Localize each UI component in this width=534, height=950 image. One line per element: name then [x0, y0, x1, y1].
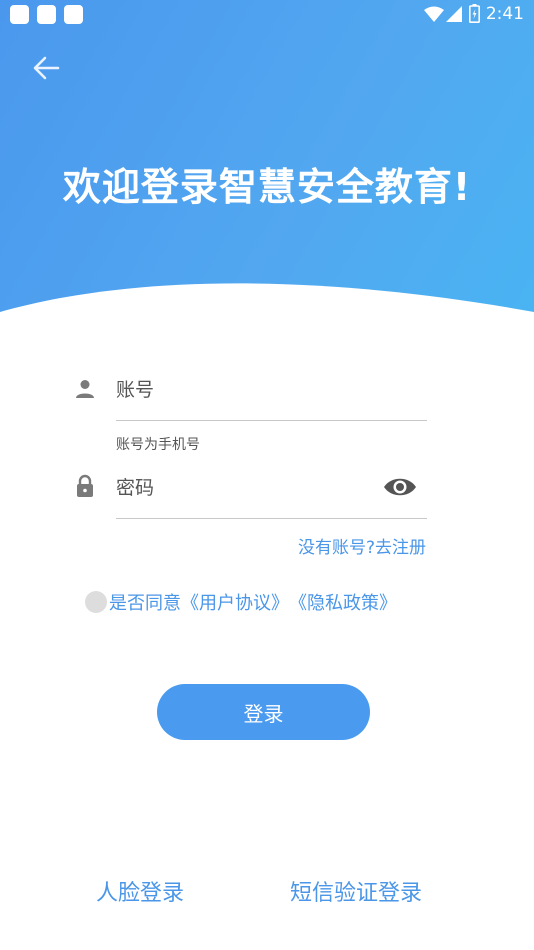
notification-icon [37, 5, 56, 24]
eye-icon[interactable] [383, 474, 417, 500]
account-underline [116, 420, 427, 421]
clock: 2:41 [485, 4, 524, 24]
notification-icon [10, 5, 29, 24]
register-link[interactable]: 没有账号?去注册 [298, 533, 426, 558]
notification-icon [64, 5, 83, 24]
page-title: 欢迎登录智慧安全教育! [62, 165, 472, 209]
account-hint: 账号为手机号 [116, 437, 200, 453]
lock-icon [77, 474, 93, 497]
header-wave [0, 283, 534, 340]
password-underline [116, 518, 427, 519]
face-login-link[interactable]: 人脸登录 [96, 875, 184, 907]
back-arrow-icon [33, 56, 60, 80]
password-input[interactable] [116, 473, 376, 503]
signal-icon [446, 6, 462, 22]
agreement-radio[interactable] [85, 591, 107, 613]
status-bar: 2:41 [0, 0, 534, 30]
agreement-row: 是否同意 《用户协议》 《隐私政策》 [85, 589, 397, 615]
back-button[interactable] [26, 50, 66, 86]
privacy-policy-link[interactable]: 《隐私政策》 [289, 589, 397, 615]
agreement-prefix: 是否同意 [109, 593, 181, 614]
battery-icon [469, 4, 480, 23]
sms-login-link[interactable]: 短信验证登录 [290, 875, 422, 907]
wifi-icon [424, 6, 444, 22]
login-button[interactable]: 登录 [157, 684, 370, 740]
account-input[interactable] [116, 375, 426, 405]
user-agreement-link[interactable]: 《用户协议》 [181, 589, 289, 615]
user-icon [76, 380, 94, 398]
